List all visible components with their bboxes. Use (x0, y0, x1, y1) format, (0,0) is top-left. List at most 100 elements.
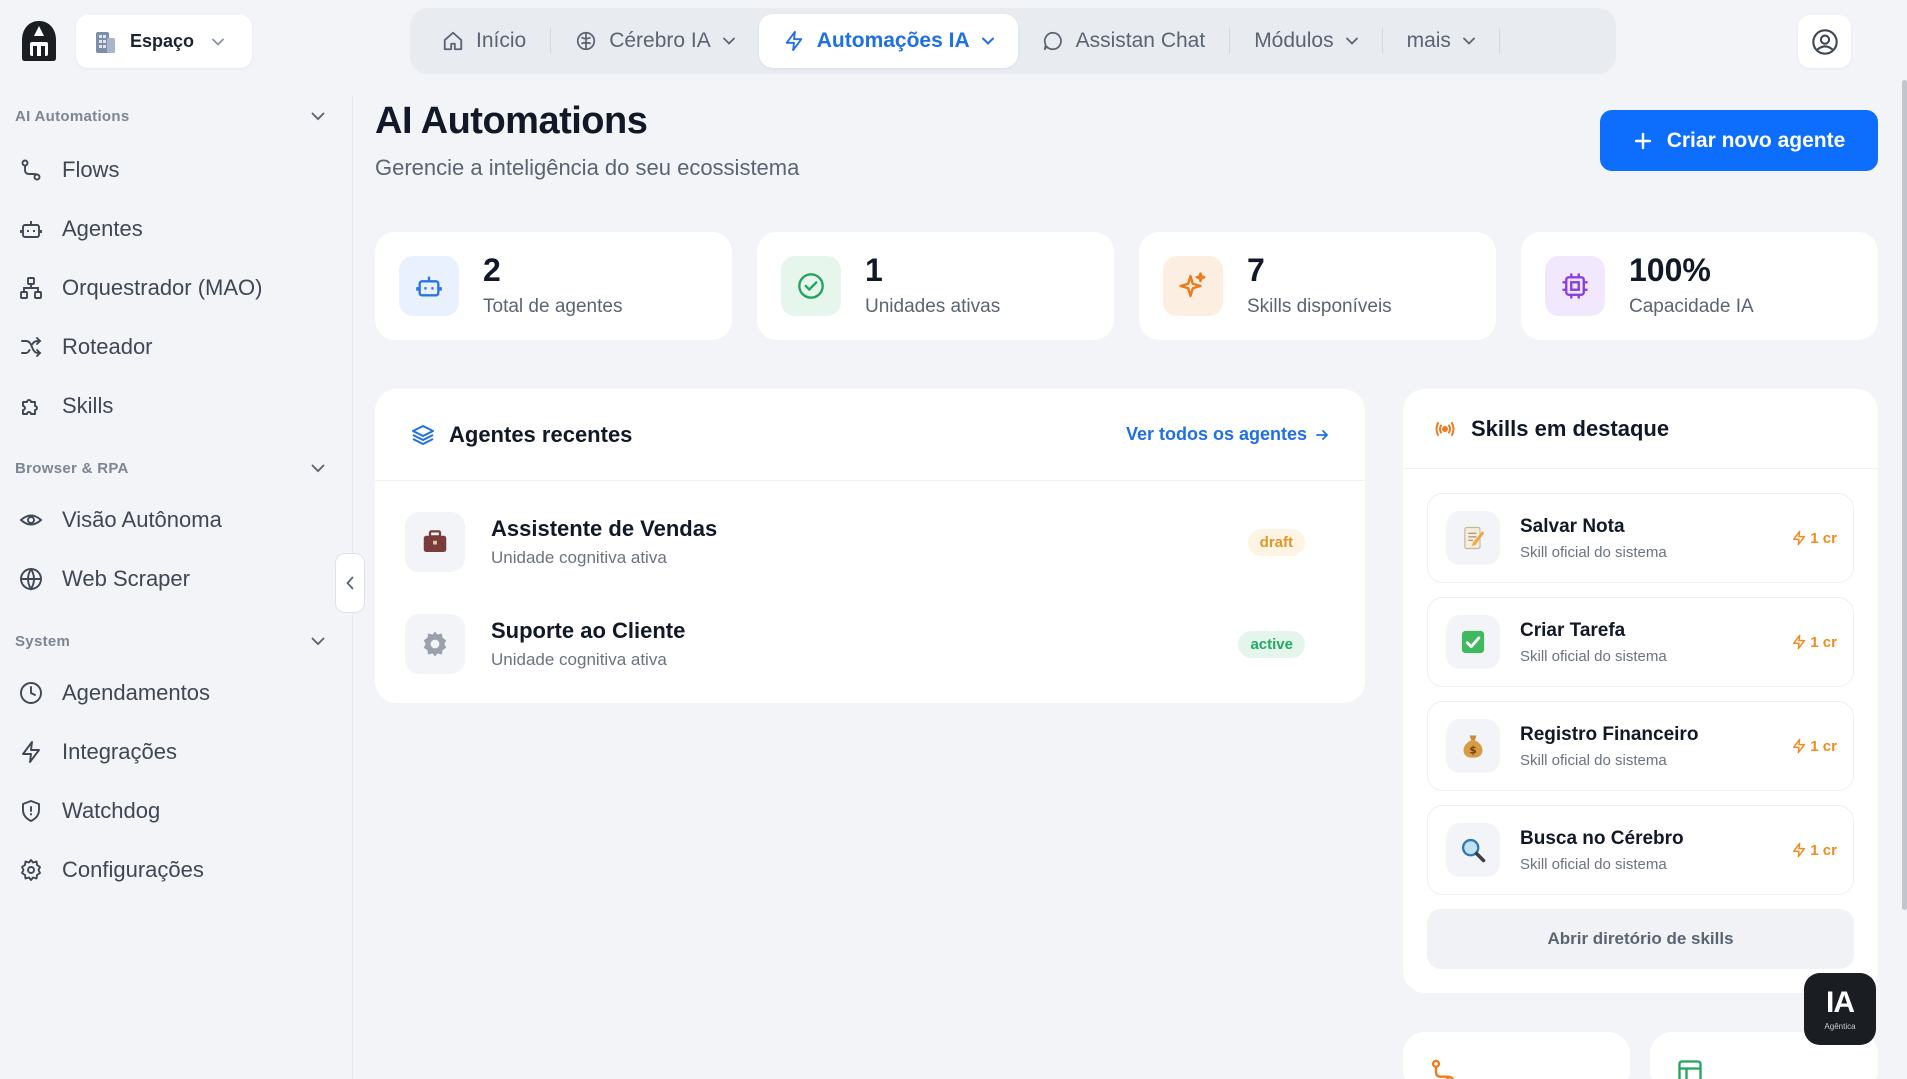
agent-row-suporte-ao-cliente[interactable]: Suporte ao Cliente Unidade cognitiva ati… (405, 613, 1305, 675)
stat-label: Total de agentes (483, 296, 623, 317)
sidebar-item-agendamentos[interactable]: Agendamentos (18, 680, 210, 706)
lightning-icon (18, 739, 44, 765)
skill-row-busca-no-cerebro[interactable]: Busca no Cérebro Skill oficial do sistem… (1427, 805, 1854, 895)
status-badge: active (1238, 630, 1305, 658)
chat-bubble-icon (1042, 30, 1064, 52)
briefcase-icon (405, 512, 465, 572)
sidebar-section-ai-automations[interactable]: AI Automations (15, 108, 325, 125)
stat-card-unidades-ativas: 1 Unidades ativas (757, 232, 1114, 340)
chevron-down-icon (1345, 37, 1358, 45)
skill-description: Skill oficial do sistema (1520, 543, 1667, 561)
chevron-down-icon (311, 637, 325, 646)
layers-icon (411, 423, 435, 447)
stat-label: Capacidade IA (1629, 296, 1754, 317)
sidebar-collapse-button[interactable] (335, 553, 365, 613)
user-profile-button[interactable] (1798, 15, 1851, 68)
sidebar-item-skills[interactable]: Skills (18, 393, 113, 419)
sidebar-item-configuracoes[interactable]: Configurações (18, 857, 204, 883)
svg-text:$: $ (1469, 745, 1476, 757)
sidebar-section-title: Browser & RPA (15, 460, 129, 477)
status-badge: draft (1247, 528, 1305, 556)
chevron-down-icon (981, 37, 994, 45)
nav-item-mais[interactable]: mais (1383, 14, 1499, 68)
page-subtitle: Gerencie a inteligência do seu ecossiste… (375, 155, 800, 180)
create-agent-label: Criar novo agente (1666, 128, 1846, 152)
skill-row-salvar-nota[interactable]: Salvar Nota Skill oficial do sistema 1 c… (1427, 493, 1854, 583)
sidebar-section-system[interactable]: System (15, 633, 325, 650)
nav-item-assistan-chat[interactable]: Assistan Chat (1018, 14, 1230, 68)
skill-cost: 1 cr (1791, 634, 1837, 651)
gear-icon (18, 857, 44, 883)
lightning-icon (1791, 530, 1807, 546)
nav-item-automacoes-ia[interactable]: Automações IA (758, 14, 1018, 68)
sidebar-item-watchdog[interactable]: Watchdog (18, 798, 160, 824)
agent-description: Unidade cognitiva ativa (491, 548, 667, 567)
stat-label: Unidades ativas (865, 296, 1001, 317)
create-agent-button[interactable]: Criar novo agente (1600, 110, 1878, 171)
sidebar-item-agentes[interactable]: Agentes (18, 216, 143, 242)
sidebar-item-label: Watchdog (62, 798, 161, 823)
agent-row-assistente-de-vendas[interactable]: Assistente de Vendas Unidade cognitiva a… (405, 511, 1305, 573)
app-logo[interactable] (16, 18, 62, 64)
skill-cost: 1 cr (1791, 738, 1837, 755)
puzzle-icon (18, 393, 44, 419)
view-all-agents-label: Ver todos os agentes (1125, 424, 1307, 444)
stat-card-skills-disponiveis: 7 Skills disponíveis (1139, 232, 1496, 340)
chevron-down-icon (1463, 37, 1475, 45)
sidebar-item-visao-autonoma[interactable]: Visão Autônoma (18, 507, 222, 533)
skill-cost-value: 1 cr (1810, 737, 1837, 755)
home-icon (442, 30, 464, 52)
workspace-selector[interactable]: Espaço (76, 15, 252, 68)
robot-icon (399, 256, 459, 316)
stat-card-capacidade-ia: 100% Capacidade IA (1521, 232, 1878, 340)
stat-label: Skills disponíveis (1247, 296, 1392, 317)
stat-card-total-agentes: 2 Total de agentes (375, 232, 732, 340)
sidebar-item-flows[interactable]: Flows (18, 157, 119, 183)
sidebar-item-label: Skills (62, 393, 114, 418)
nav-item-label: Assistan Chat (1075, 29, 1206, 52)
sidebar-item-label: Roteador (62, 334, 153, 359)
skill-row-registro-financeiro[interactable]: $ Registro Financeiro Skill oficial do s… (1427, 701, 1854, 791)
floating-assistant-logo[interactable]: IA Agêntica (1804, 973, 1876, 1045)
stat-value: 7 (1247, 252, 1265, 288)
sidebar-item-label: Agentes (62, 216, 143, 241)
nav-item-inicio[interactable]: Início (418, 14, 550, 68)
sidebar-item-web-scraper[interactable]: Web Scraper (18, 566, 190, 592)
skill-description: Skill oficial do sistema (1520, 855, 1667, 873)
open-skills-directory-button[interactable]: Abrir diretório de skills (1427, 909, 1854, 969)
stat-value: 2 (483, 252, 501, 288)
skill-row-criar-tarefa[interactable]: Criar Tarefa Skill oficial do sistema 1 … (1427, 597, 1854, 687)
chevron-down-icon (722, 37, 735, 45)
sidebar-item-roteador[interactable]: Roteador (18, 334, 153, 360)
floating-logo-text: IA (1826, 985, 1855, 1019)
featured-skills-card: Skills em destaque Salvar Nota Skill ofi… (1403, 389, 1878, 993)
skill-name: Registro Financeiro (1520, 723, 1699, 745)
bottom-card-flows[interactable] (1403, 1032, 1630, 1079)
globe-icon (18, 566, 44, 592)
skill-name: Busca no Cérebro (1520, 827, 1684, 849)
sidebar-item-label: Web Scraper (62, 566, 190, 591)
nav-item-label: Módulos (1254, 29, 1334, 52)
plus-icon (1633, 131, 1653, 151)
flow-icon (18, 157, 44, 183)
view-all-agents-link[interactable]: Ver todos os agentes (1126, 424, 1329, 445)
sidebar-item-label: Visão Autônoma (62, 507, 222, 532)
gear-icon (405, 614, 465, 674)
layout-icon (1676, 1058, 1704, 1079)
nav-divider (1498, 28, 1500, 54)
nav-item-cerebro-ia[interactable]: Cérebro IA (551, 14, 759, 68)
sidebar-item-integracoes[interactable]: Integrações (18, 739, 177, 765)
sidebar-section-browser-rpa[interactable]: Browser & RPA (15, 460, 325, 477)
chevron-down-icon (212, 38, 224, 46)
lightning-icon (783, 30, 805, 52)
stat-value: 100% (1629, 252, 1711, 288)
cpu-icon (1545, 256, 1605, 316)
page-scrollbar[interactable] (1902, 80, 1907, 910)
check-box-icon (1446, 615, 1500, 669)
recent-agents-card: Agentes recentes Ver todos os agentes As… (375, 389, 1365, 703)
lightning-icon (1791, 842, 1807, 858)
nav-item-modulos[interactable]: Módulos (1230, 14, 1381, 68)
sidebar-item-orquestrador[interactable]: Orquestrador (MAO) (18, 275, 263, 301)
sidebar-item-label: Agendamentos (62, 680, 210, 705)
arrow-right-icon (1315, 428, 1329, 442)
